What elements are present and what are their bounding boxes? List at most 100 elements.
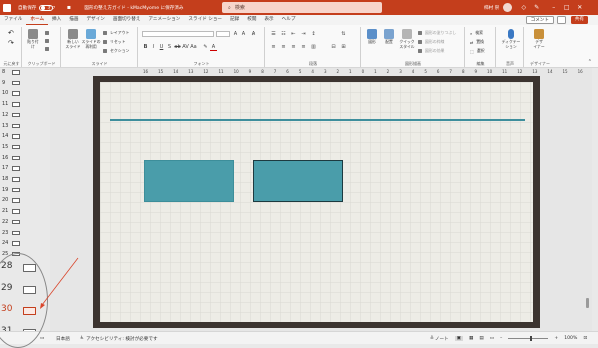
new-slide-button[interactable]: 新しい スライド — [65, 29, 81, 49]
align-center-icon[interactable]: ≡ — [280, 44, 287, 50]
font-size-select[interactable] — [216, 31, 230, 37]
select-button[interactable]: ⬚ 選択 — [470, 48, 484, 54]
accessibility-label[interactable]: アクセシビリティ: 検討が必要です — [86, 336, 157, 342]
slide-thumbnail-large[interactable] — [23, 264, 36, 272]
paste-button[interactable]: 貼り付け — [26, 29, 40, 49]
notes-button[interactable]: ≙ ノート — [430, 336, 449, 342]
scroll-thumb[interactable] — [586, 298, 589, 308]
save-icon[interactable]: ▪ — [64, 3, 73, 12]
tab-record[interactable]: 記録 — [226, 15, 243, 25]
zoom-slider[interactable] — [508, 336, 549, 341]
tab-design[interactable]: デザイン — [82, 15, 108, 25]
search-box[interactable]: ⌕ 検索 — [222, 2, 382, 13]
tab-draw[interactable]: 描画 — [65, 15, 82, 25]
slide-thumbnail-large[interactable] — [23, 307, 36, 315]
strikethrough-icon[interactable]: ab — [174, 44, 181, 51]
slide[interactable] — [100, 82, 533, 322]
slide-thumbnail-panel[interactable]: 8 9 10 11 12 13 14 15 16 17 18 19 20 21 22 23 24 25 28 29 3… — [0, 68, 48, 331]
arrange-button[interactable]: 配置 — [382, 29, 396, 45]
increase-indent-icon[interactable]: ⇥ — [300, 31, 307, 37]
layout-button[interactable]: レイアウト — [103, 30, 129, 36]
copy-icon[interactable] — [45, 39, 49, 43]
autosave-toggle[interactable] — [39, 4, 54, 11]
slide-thumbnail-large[interactable] — [23, 285, 36, 294]
slide-thumbnail[interactable] — [12, 219, 20, 225]
normal-view-icon[interactable]: ▣ — [454, 336, 463, 341]
italic-icon[interactable]: I — [150, 44, 157, 51]
tab-transitions[interactable]: 画面切り替え — [109, 15, 145, 25]
tab-file[interactable]: ファイル — [0, 15, 26, 25]
close-icon[interactable]: ✕ — [575, 3, 584, 12]
shape-fill-button[interactable]: 図形の塗りつぶし — [418, 30, 456, 36]
redo-icon[interactable]: ↷ — [8, 39, 14, 47]
slide-thumbnail[interactable] — [12, 187, 20, 193]
diamond-icon[interactable]: ◇ — [519, 3, 528, 12]
align-right-icon[interactable]: ≡ — [290, 44, 297, 50]
justify-icon[interactable]: ≡ — [300, 44, 307, 50]
bold-icon[interactable]: B — [142, 44, 149, 51]
designer-button[interactable]: デザ イナー — [531, 29, 547, 49]
slide-thumbnail[interactable] — [12, 123, 20, 128]
doc-title[interactable]: 図形の整え方ガイド - kMacMyome に保存済み — [84, 3, 183, 12]
minimize-icon[interactable]: – — [549, 3, 558, 12]
slide-thumbnail[interactable] — [12, 144, 20, 150]
zoom-out-icon[interactable]: – — [500, 336, 502, 341]
format-painter-icon[interactable] — [45, 47, 49, 51]
char-spacing-icon[interactable]: AV — [182, 44, 189, 51]
grow-font-icon[interactable]: A — [232, 31, 239, 37]
dictate-button[interactable]: ディクテー ション — [501, 29, 521, 49]
columns-icon[interactable]: ▥ — [310, 44, 317, 50]
tab-review[interactable]: 校閲 — [243, 15, 260, 25]
slide-sorter-icon[interactable]: ▦ — [469, 336, 473, 341]
slide-thumbnail[interactable] — [12, 70, 20, 75]
language-label[interactable]: 日本語 — [56, 336, 70, 342]
find-button[interactable]: ⌕ 検索 — [470, 30, 483, 36]
shape-effects-button[interactable]: 図形の効果 — [418, 48, 444, 54]
shrink-font-icon[interactable]: A — [240, 31, 247, 37]
tab-animations[interactable]: アニメーション — [144, 15, 184, 25]
slide-thumbnail[interactable] — [12, 112, 20, 118]
tab-home[interactable]: ホーム — [26, 15, 49, 25]
zoom-in-icon[interactable]: + — [554, 336, 558, 341]
avatar[interactable] — [503, 3, 513, 12]
slide-thumbnail[interactable] — [12, 198, 20, 203]
share-button[interactable]: 共有 — [570, 16, 588, 24]
text-direction-icon[interactable]: ⇅ — [340, 31, 347, 37]
reading-view-icon[interactable]: ▤ — [479, 336, 483, 341]
slide-thumbnail[interactable] — [12, 251, 20, 257]
clear-format-icon[interactable]: A̷ — [250, 31, 257, 37]
slide-thumbnail[interactable] — [12, 80, 20, 86]
reuse-slide-button[interactable]: スライドの 再利用 — [82, 29, 101, 49]
font-color-icon[interactable]: A — [210, 44, 217, 51]
zoom-level[interactable]: 100% — [564, 336, 577, 341]
highlight-icon[interactable]: ✎ — [202, 44, 209, 51]
slide-thumbnail[interactable] — [12, 134, 20, 139]
font-family-select[interactable] — [142, 31, 214, 37]
pen-icon[interactable]: ✎ — [532, 3, 541, 12]
slide-thumbnail[interactable] — [12, 155, 20, 161]
slide-thumbnail[interactable] — [12, 209, 20, 214]
tab-help[interactable]: ヘルプ — [278, 15, 300, 25]
cut-icon[interactable] — [45, 31, 49, 35]
bullets-icon[interactable]: ☰ — [270, 31, 277, 37]
slide-view-icon[interactable]: ▭ — [40, 336, 44, 341]
shape-outline-button[interactable]: 図形の枠線 — [418, 39, 444, 45]
maximize-icon[interactable]: □ — [562, 3, 571, 12]
user-name[interactable]: 柿村 崇 — [484, 5, 499, 11]
accessibility-icon[interactable]: ♿ — [80, 336, 84, 341]
rectangle-shape-1[interactable] — [144, 160, 234, 202]
slide-thumbnail[interactable] — [12, 230, 20, 235]
align-text-icon[interactable]: ⊟ — [330, 44, 337, 50]
slide-thumbnail[interactable] — [12, 241, 20, 246]
slideshow-icon[interactable]: ▭ — [490, 336, 494, 341]
align-left-icon[interactable]: ≡ — [270, 44, 277, 50]
rectangle-shape-2-selected[interactable] — [253, 160, 343, 202]
shadow-icon[interactable]: S — [166, 44, 173, 51]
slide-thumbnail[interactable] — [12, 177, 20, 182]
numbering-icon[interactable]: ☷ — [280, 31, 287, 37]
shapes-button[interactable]: 図形 — [365, 29, 379, 45]
vertical-scrollbar[interactable] — [586, 76, 590, 328]
slide-thumbnail[interactable] — [12, 102, 20, 107]
tab-view[interactable]: 表示 — [260, 15, 277, 25]
slide-thumbnail[interactable] — [12, 91, 20, 96]
